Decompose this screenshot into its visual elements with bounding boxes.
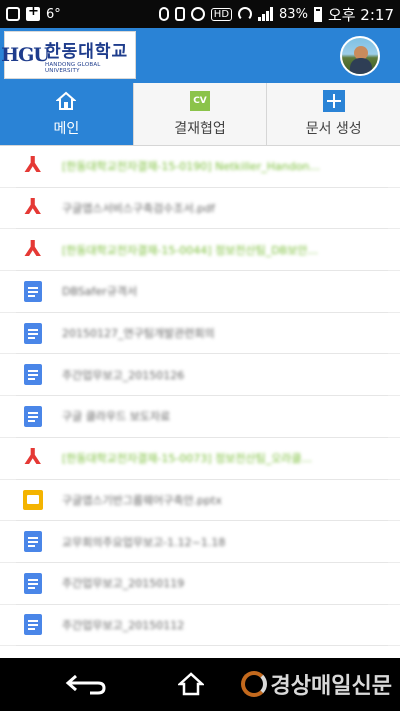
presentation-icon — [22, 489, 44, 511]
document-icon — [22, 405, 44, 427]
system-nav-bar: 경상매일신문 — [0, 658, 400, 711]
tab-main[interactable]: 메인 — [0, 83, 134, 145]
document-icon — [22, 364, 44, 386]
document-title: 교무회의주요업무보고-1.12~1.18 — [62, 535, 226, 549]
document-icon — [22, 572, 44, 594]
document-title: 주간업무보고_20150126 — [62, 368, 185, 382]
status-bar-right: HD 83% 오후 2:17 — [158, 4, 394, 25]
temperature-text: 6° — [46, 6, 61, 22]
pdf-icon: ⅄ — [24, 445, 42, 471]
plus-icon — [322, 90, 345, 112]
document-icon — [22, 614, 44, 636]
document-row[interactable]: 주간업무보고_20150112 — [0, 605, 400, 647]
pdf-icon: ⅄ — [24, 195, 42, 221]
tab-main-label: 메인 — [53, 121, 80, 137]
battery-icon — [313, 6, 322, 22]
pdf-icon: ⅄ — [24, 153, 42, 179]
main-tabs: 메인 CV 결재협업 문서 생성 — [0, 83, 400, 146]
document-icon — [22, 531, 44, 553]
back-icon[interactable] — [62, 672, 110, 696]
document-title: 구글앱스서비스구축검수조서.pdf — [62, 202, 215, 216]
cv-icon: CV — [189, 90, 211, 112]
home-icon — [55, 90, 77, 112]
document-title: 구글 클라우드 보도자료 — [62, 410, 171, 424]
home-button-icon[interactable] — [178, 672, 204, 696]
app-header: HGU 한동대학교 HANDONG GLOBAL UNIVERSITY — [0, 28, 400, 83]
document-row[interactable]: 주간업무보고_20150126 — [0, 354, 400, 397]
logo-english-name: HANDONG GLOBAL UNIVERSITY — [45, 61, 101, 74]
document-row[interactable]: 교무회의주요업무보고-1.12~1.18 — [0, 521, 400, 563]
tab-create-document[interactable]: 문서 생성 — [267, 83, 400, 145]
document-row[interactable]: 구글앱스기반그룹웨어구축안.pptx — [0, 480, 400, 522]
tab-create-label: 문서 생성 — [305, 121, 362, 137]
document-title: 구글앱스기반그룹웨어구축안.pptx — [62, 493, 222, 507]
university-logo[interactable]: HGU 한동대학교 HANDONG GLOBAL UNIVERSITY — [1, 31, 136, 79]
signal-icon — [258, 7, 274, 21]
document-title: 주간업무보고_20150119 — [62, 577, 185, 591]
battery-percent-text: 83% — [279, 6, 308, 22]
document-title: 20150127_연구팀개발관련회의 — [62, 327, 215, 341]
status-bar: 6° HD 83% 오후 2:17 — [0, 0, 400, 28]
document-row[interactable]: 20150127_연구팀개발관련회의 — [0, 313, 400, 355]
tab-approval[interactable]: CV 결재협업 — [134, 83, 268, 145]
bluetooth-icon — [158, 7, 169, 21]
logo-text: 한동대학교 HANDONG GLOBAL UNIVERSITY — [45, 37, 131, 74]
gallery-notification-icon — [6, 7, 20, 21]
document-icon — [22, 322, 44, 344]
medical-cross-icon — [26, 4, 40, 21]
clock-text: 오후 2:17 — [327, 5, 394, 24]
document-icon — [22, 280, 44, 302]
vibrate-icon — [174, 7, 185, 21]
document-title: DBSafer규격서 — [62, 285, 138, 299]
avatar-body — [350, 58, 372, 74]
document-row[interactable]: DBSafer규격서 — [0, 271, 400, 313]
document-row[interactable]: ⅄ 구글앱스서비스구축검수조서.pdf — [0, 188, 400, 230]
document-row[interactable]: 주간업무보고_20150119 — [0, 563, 400, 605]
newspaper-watermark: 경상매일신문 — [240, 668, 392, 700]
document-title: [한동대학교전자결재-15-0073] 정보전산팀_오라클... — [62, 452, 313, 466]
wifi-icon — [238, 7, 253, 21]
alarm-icon — [190, 7, 205, 21]
watermark-text: 경상매일신문 — [270, 674, 392, 699]
tab-approval-label: 결재협업 — [174, 121, 226, 137]
document-title: [한동대학교전자결재-15-0044] 정보전산팀_DB보안... — [62, 243, 318, 257]
hd-voice-badge: HD — [210, 7, 233, 21]
watermark-logo-icon — [240, 671, 267, 697]
pdf-icon: ⅄ — [24, 236, 42, 262]
logo-mark: HGU — [1, 44, 50, 66]
document-row[interactable]: 구글 클라우드 보도자료 — [0, 396, 400, 438]
document-row[interactable]: ⅄ [한동대학교전자결재-15-0073] 정보전산팀_오라클... — [0, 438, 400, 480]
document-title: [한동대학교전자결재-15-0190] Netkiller_Handon... — [62, 160, 320, 174]
document-list: ⅄ [한동대학교전자결재-15-0190] Netkiller_Handon...… — [0, 146, 400, 658]
user-avatar-icon[interactable] — [340, 36, 380, 76]
document-row[interactable]: ⅄ [한동대학교전자결재-15-0044] 정보전산팀_DB보안... — [0, 229, 400, 272]
status-bar-left: 6° — [6, 4, 61, 22]
logo-korean-name: 한동대학교 — [45, 41, 129, 62]
document-title: 주간업무보고_20150112 — [62, 618, 185, 632]
document-row[interactable]: ⅄ [한동대학교전자결재-15-0190] Netkiller_Handon... — [0, 146, 400, 188]
